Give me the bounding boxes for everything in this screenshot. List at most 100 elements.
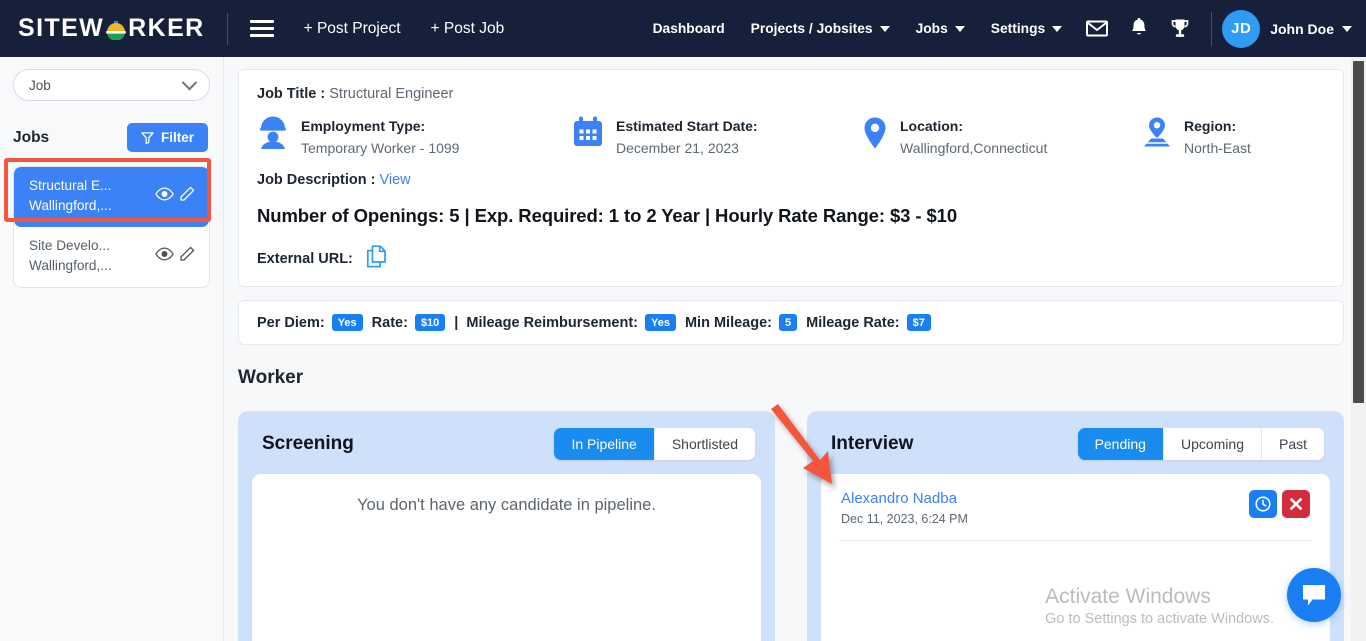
meta-location-label: Location: [900, 118, 963, 134]
mail-icon[interactable] [1075, 20, 1119, 37]
logo-text-end: RKER [128, 14, 205, 42]
job-list-item-location: Wallingford,... [29, 198, 112, 214]
job-title-label: Job Title : [257, 86, 326, 102]
job-list-item-title: Site Develo... [29, 237, 110, 253]
meta-location-text: Location: Wallingford,Connecticut [900, 116, 1047, 159]
clock-icon[interactable] [1249, 490, 1277, 519]
eye-icon[interactable] [155, 247, 174, 266]
chevron-down-icon [954, 25, 965, 32]
app-logo[interactable]: SITEW RKER [18, 14, 205, 43]
job-list-item-actions [155, 186, 195, 207]
header-divider-1 [226, 12, 228, 45]
job-list-item-site-development[interactable]: Site Develo... Wallingford,... [14, 227, 209, 287]
nav-projects-jobsites-label: Projects / Jobsites [750, 21, 873, 36]
job-type-select[interactable]: Job [13, 69, 210, 101]
meta-employment-type-label: Employment Type: [301, 118, 426, 134]
close-x-icon[interactable] [1282, 490, 1310, 519]
nav-jobs-label: Jobs [915, 21, 948, 36]
chevron-down-icon [879, 25, 890, 32]
job-description-view-link[interactable]: View [379, 172, 410, 188]
interview-candidate-info: Alexandro Nadba Dec 11, 2023, 6:24 PM [841, 490, 968, 526]
external-url-label: External URL: [257, 250, 353, 267]
filter-button-label: Filter [160, 130, 194, 145]
hamburger-icon[interactable] [249, 20, 274, 37]
meta-employment-type-value: Temporary Worker - 1099 [301, 139, 460, 156]
job-list-item-text: Structural E... Wallingford,... [29, 176, 112, 217]
app-header: SITEW RKER + Post Project + Post Job Das… [0, 0, 1366, 57]
nav-jobs[interactable]: Jobs [903, 21, 978, 36]
tab-past[interactable]: Past [1262, 428, 1324, 460]
tab-pending[interactable]: Pending [1077, 428, 1164, 461]
calendar-icon [572, 116, 604, 154]
post-job-link[interactable]: + Post Job [431, 20, 505, 38]
worker-panels: Screening In Pipeline Shortlisted You do… [238, 411, 1344, 641]
user-name-label: John Doe [1270, 20, 1334, 37]
mileage-reimbursement-value-badge: Yes [645, 314, 676, 332]
trophy-icon[interactable] [1159, 18, 1201, 39]
screening-panel-header: Screening In Pipeline Shortlisted [252, 423, 761, 474]
filter-button[interactable]: Filter [126, 123, 208, 152]
region-map-icon [1142, 116, 1172, 155]
external-url-row: External URL: [257, 245, 1325, 272]
job-list: Structural E... Wallingford,... Site Dev… [4, 158, 211, 288]
chevron-down-icon [1052, 25, 1063, 32]
job-description-line: Job Description : View [257, 172, 1325, 188]
per-diem-value-badge: Yes [331, 314, 363, 332]
nav-dashboard-label: Dashboard [652, 21, 725, 36]
rate-value-badge: $10 [414, 314, 446, 332]
screening-panel: Screening In Pipeline Shortlisted You do… [238, 411, 775, 641]
worker-section-heading: Worker [238, 367, 304, 389]
job-list-item-location: Wallingford,... [29, 258, 112, 274]
interview-panel-body: Alexandro Nadba Dec 11, 2023, 6:24 PM [821, 474, 1330, 641]
job-list-item-title: Structural E... [29, 178, 112, 193]
job-list-item-text: Site Develo... Wallingford,... [29, 236, 112, 277]
meta-region-label: Region: [1184, 118, 1237, 134]
post-project-link[interactable]: + Post Project [304, 20, 401, 38]
eye-icon[interactable] [155, 187, 174, 206]
hard-hat-worker-icon [257, 116, 289, 155]
meta-location-value: Wallingford,Connecticut [900, 139, 1048, 156]
hard-hat-logo-icon [105, 18, 127, 41]
tab-upcoming[interactable]: Upcoming [1164, 428, 1262, 461]
rate-label: Rate: [371, 314, 408, 331]
chevron-down-icon [181, 74, 198, 90]
bell-icon[interactable] [1119, 18, 1159, 39]
nav-dashboard[interactable]: Dashboard [640, 21, 738, 36]
job-list-item-structural-engineer[interactable]: Structural E... Wallingford,... [14, 167, 209, 227]
meta-estimated-start-date: Estimated Start Date: December 21, 2023 [572, 116, 862, 159]
job-title-line: Job Title : Structural Engineer [257, 86, 1325, 102]
interview-panel-header: Interview Pending Upcoming Past [821, 423, 1330, 474]
screening-panel-body: You don't have any candidate in pipeline… [252, 474, 761, 641]
pencil-icon[interactable] [179, 186, 195, 207]
tab-shortlisted[interactable]: Shortlisted [655, 428, 755, 460]
nav-settings[interactable]: Settings [978, 21, 1075, 36]
pencil-icon[interactable] [179, 246, 195, 267]
nav-projects-jobsites[interactable]: Projects / Jobsites [738, 21, 903, 36]
meta-region: Region: North-East [1142, 116, 1325, 159]
job-title-value: Structural Engineer [329, 86, 454, 102]
mileage-rate-label: Mileage Rate: [806, 314, 900, 331]
job-list-item-actions [155, 246, 195, 267]
meta-region-value: North-East [1184, 139, 1251, 156]
chat-bubble-icon[interactable] [1287, 568, 1341, 622]
meta-estimated-start-date-value: December 21, 2023 [616, 139, 739, 156]
screening-empty-message: You don't have any candidate in pipeline… [357, 496, 656, 515]
candidate-name-link[interactable]: Alexandro Nadba [841, 490, 968, 507]
per-diem-card: Per Diem: Yes Rate: $10 | Mileage Reimbu… [238, 300, 1344, 346]
tab-in-pipeline[interactable]: In Pipeline [554, 428, 655, 461]
interview-tabs: Pending Upcoming Past [1077, 428, 1324, 461]
jobs-section-header: Jobs Filter [13, 123, 210, 152]
user-menu[interactable]: John Doe [1270, 21, 1352, 37]
meta-employment-type-text: Employment Type: Temporary Worker - 1099 [301, 116, 459, 159]
candidate-datetime: Dec 11, 2023, 6:24 PM [841, 512, 968, 527]
avatar[interactable]: JD [1222, 9, 1261, 48]
scrollbar-thumb[interactable] [1353, 61, 1364, 403]
header-nav-right: Dashboard Projects / Jobsites Jobs Setti… [640, 0, 1366, 57]
page-scrollbar[interactable] [1351, 57, 1366, 641]
min-mileage-label: Min Mileage: [684, 314, 772, 331]
job-description-label: Job Description : [257, 172, 376, 189]
meta-employment-type: Employment Type: Temporary Worker - 1099 [257, 116, 572, 159]
screening-title: Screening [262, 433, 354, 455]
interview-candidate-actions [1249, 490, 1310, 519]
copy-icon[interactable] [366, 245, 387, 272]
